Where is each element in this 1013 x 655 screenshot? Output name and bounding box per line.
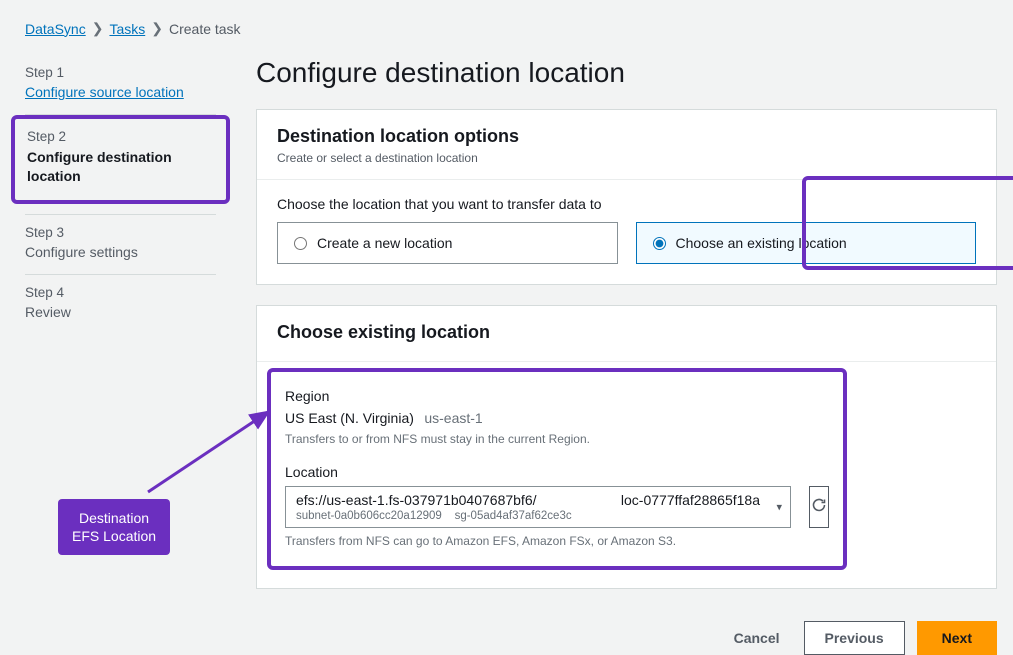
step-number: Step 3 [25,225,216,240]
chevron-right-icon: ❯ [151,20,163,37]
location-uri-value: efs://us-east-1.fs-037971b0407687bf6/ [296,492,537,508]
radio-create-new-location[interactable]: Create a new location [277,222,618,264]
radio-group-prompt: Choose the location that you want to tra… [277,196,976,212]
breadcrumb-link-datasync[interactable]: DataSync [25,21,86,37]
step-number: Step 2 [27,129,214,144]
radio-label: Choose an existing location [676,235,847,251]
radio-label: Create a new location [317,235,452,251]
region-hint: Transfers to or from NFS must stay in th… [285,432,829,446]
region-label: Region [285,388,829,404]
cancel-button[interactable]: Cancel [722,621,792,655]
panel-title: Destination location options [277,126,976,147]
panel-subtitle: Create or select a destination location [277,151,976,165]
radio-input[interactable] [294,237,307,250]
region-name-value: US East (N. Virginia) [285,410,414,426]
wizard-sidebar: Step 1 Configure source location Step 2 … [0,55,240,655]
location-select[interactable]: efs://us-east-1.fs-037971b0407687bf6/ lo… [285,486,791,528]
sidebar-step-2-active: Step 2 Configure destination location [11,115,230,204]
breadcrumb: DataSync ❯ Tasks ❯ Create task [0,0,1013,55]
location-choice-radio-group: Create a new location Choose an existing… [277,222,976,264]
panel-title: Choose existing location [277,322,976,343]
step-number: Step 1 [25,65,216,80]
page-title: Configure destination location [256,57,997,89]
breadcrumb-current: Create task [169,21,241,37]
sidebar-step-1[interactable]: Step 1 Configure source location [25,55,216,115]
step-title: Configure settings [25,244,216,260]
step-title: Configure destination location [27,148,214,186]
sidebar-step-4: Step 4 Review [25,275,216,334]
step-title: Review [25,304,216,320]
location-sg-value: sg-05ad4af37af62ce3c [455,510,572,522]
step-number: Step 4 [25,285,216,300]
refresh-icon [811,497,827,518]
breadcrumb-link-tasks[interactable]: Tasks [109,21,145,37]
sidebar-step-3: Step 3 Configure settings [25,214,216,275]
radio-input[interactable] [653,237,666,250]
step-title[interactable]: Configure source location [25,84,216,100]
region-code-value: us-east-1 [424,410,482,426]
next-button[interactable]: Next [917,621,997,655]
destination-options-panel: Destination location options Create or s… [256,109,997,285]
caret-down-icon: ▾ [776,501,782,514]
refresh-button[interactable] [809,486,829,528]
location-label: Location [285,464,829,480]
chevron-right-icon: ❯ [92,20,104,37]
radio-choose-existing-location[interactable]: Choose an existing location [636,222,977,264]
wizard-footer-actions: Cancel Previous Next [256,609,997,655]
location-subnet-value: subnet-0a0b606cc20a12909 [296,510,442,522]
previous-button[interactable]: Previous [804,621,905,655]
location-hint: Transfers from NFS can go to Amazon EFS,… [285,534,829,548]
choose-existing-location-panel: Choose existing location Region US East … [256,305,997,589]
location-id-value: loc-0777ffaf28865f18a [621,492,760,508]
